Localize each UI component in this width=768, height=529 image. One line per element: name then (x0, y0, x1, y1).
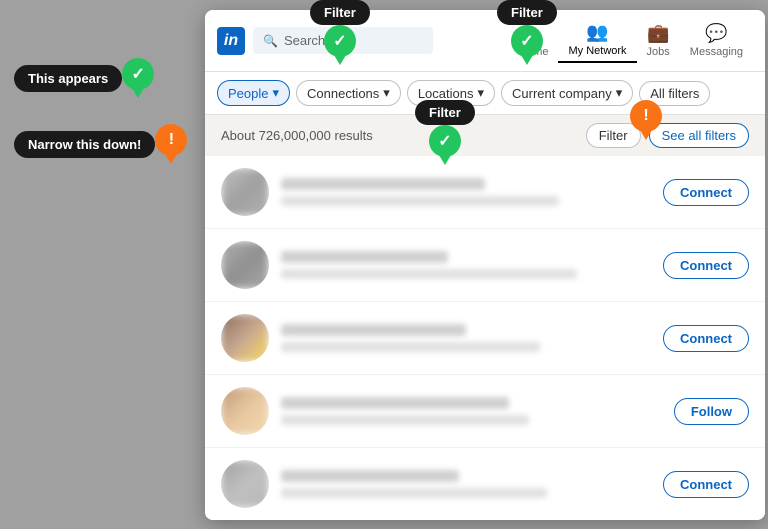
search-icon: 🔍 (263, 34, 278, 48)
chevron-down-icon: ▾ (616, 85, 623, 101)
table-row: Connect (205, 156, 765, 229)
table-row: Follow (205, 375, 765, 448)
filter-check-pin-middle: ✓ (429, 125, 461, 165)
checkmark-icon: ✓ (132, 64, 145, 84)
exclaim-icon: ! (169, 131, 174, 149)
checkmark-icon: ✓ (333, 31, 346, 51)
filter-pill-right: Filter (497, 0, 557, 25)
person-name (281, 324, 466, 336)
avatar (221, 387, 269, 435)
nav-my-network[interactable]: 👥 My Network (558, 18, 636, 63)
nav-jobs[interactable]: 💼 Jobs (637, 19, 680, 62)
follow-button[interactable]: Follow (674, 398, 749, 425)
person-title (281, 415, 529, 425)
results-bar: About 726,000,000 results Filter See all… (205, 115, 765, 156)
person-info (281, 397, 662, 425)
chevron-down-icon: ▾ (477, 85, 484, 101)
person-name (281, 251, 448, 263)
table-row: Connect (205, 302, 765, 375)
person-title (281, 488, 547, 498)
person-title (281, 269, 577, 279)
connections-filter-btn[interactable]: Connections ▾ (296, 80, 401, 106)
table-row: Connect (205, 229, 765, 302)
results-count: About 726,000,000 results (221, 128, 373, 143)
person-info (281, 251, 651, 279)
checkmark-icon: ✓ (438, 131, 451, 151)
connect-button[interactable]: Connect (663, 471, 749, 498)
nav-messaging[interactable]: 💬 Messaging (680, 19, 753, 62)
person-info (281, 178, 651, 206)
person-title (281, 342, 540, 352)
avatar (221, 314, 269, 362)
messaging-icon: 💬 (705, 23, 727, 44)
filter-pin-middle: Filter ✓ (415, 100, 475, 165)
people-list: Connect Connect Connect (205, 156, 765, 520)
this-appears-annotation: This appears ✓ (14, 58, 154, 98)
narrow-label: Narrow this down! (14, 131, 155, 158)
header: in 🔍 Search ⌂ Home 👥 My Network 💼 Jobs 💬… (205, 10, 765, 72)
table-row: Connect (205, 448, 765, 520)
filter-bar: People ▾ Connections ▾ Locations ▾ Curre… (205, 72, 765, 115)
avatar (221, 168, 269, 216)
connect-button[interactable]: Connect (663, 179, 749, 206)
people-filter-btn[interactable]: People ▾ (217, 80, 290, 106)
this-appears-pin: ✓ (122, 58, 154, 98)
chevron-down-icon: ▾ (272, 85, 279, 101)
see-all-pin: ! (630, 100, 662, 140)
see-all-filters-btn[interactable]: See all filters (649, 123, 749, 148)
checkmark-icon: ✓ (520, 31, 533, 51)
narrow-pin: ! (155, 124, 187, 164)
person-name (281, 178, 485, 190)
person-name (281, 397, 509, 409)
network-icon: 👥 (586, 22, 608, 43)
exclaim-icon: ! (643, 107, 648, 125)
see-all-orange-pin: ! (630, 100, 662, 140)
filter-check-pin-right: ✓ (511, 25, 543, 65)
avatar (221, 460, 269, 508)
narrow-annotation: Narrow this down! ! (14, 124, 187, 164)
connect-button[interactable]: Connect (663, 325, 749, 352)
this-appears-label: This appears (14, 65, 122, 92)
jobs-icon: 💼 (647, 23, 669, 44)
person-info (281, 470, 651, 498)
filter-pill-middle: Filter (415, 100, 475, 125)
linkedin-window: in 🔍 Search ⌂ Home 👥 My Network 💼 Jobs 💬… (205, 10, 765, 520)
person-info (281, 324, 651, 352)
avatar (221, 241, 269, 289)
connect-button[interactable]: Connect (663, 252, 749, 279)
filter-pin-right: Filter ✓ (497, 0, 557, 65)
current-company-filter-btn[interactable]: Current company ▾ (501, 80, 633, 106)
person-title (281, 196, 559, 206)
person-name (281, 470, 459, 482)
chevron-down-icon: ▾ (383, 85, 390, 101)
filter-pin-left: Filter ✓ (310, 0, 370, 65)
filter-pill-left: Filter (310, 0, 370, 25)
linkedin-logo: in (217, 27, 245, 55)
filter-check-pin-left: ✓ (324, 25, 356, 65)
